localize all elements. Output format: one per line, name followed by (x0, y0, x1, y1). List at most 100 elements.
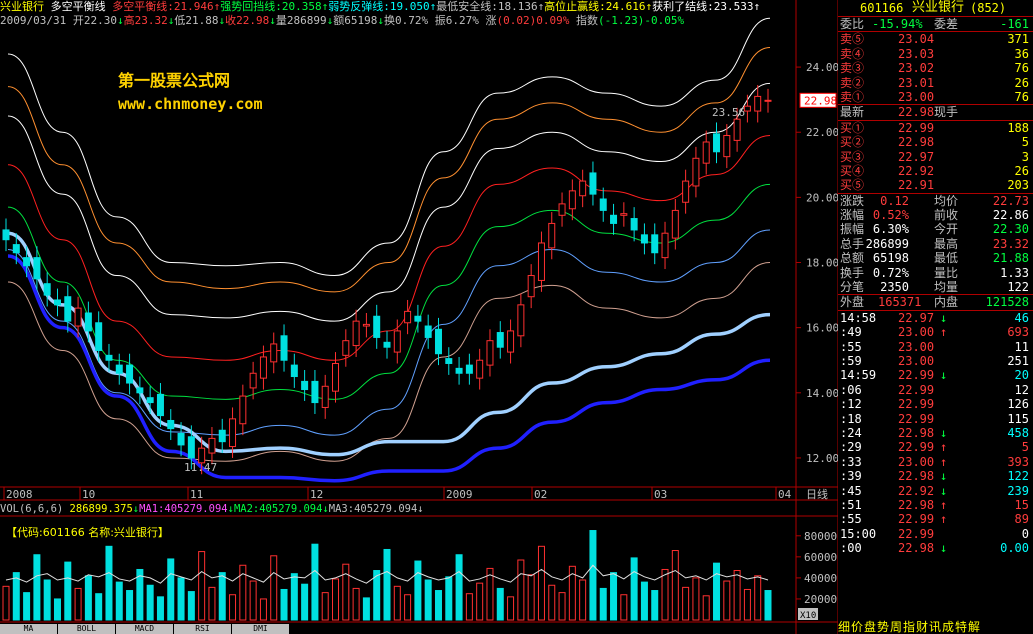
candle-body (476, 359, 484, 379)
low-annotation: 11.47 (184, 461, 217, 474)
candle-body (434, 328, 442, 355)
candle-body (620, 213, 628, 216)
candle-body (743, 105, 751, 112)
candle-body (342, 340, 350, 356)
tick-row: :06 22.99 12 (838, 383, 1033, 397)
x-tick-label: 2008 (6, 488, 33, 501)
volume-bar (630, 557, 638, 621)
candle-body (177, 433, 185, 446)
tab-rsi[interactable]: RSI (174, 624, 232, 634)
volume-bar (414, 560, 422, 621)
tick-time: :49 (840, 325, 862, 340)
volume-bar (671, 550, 679, 621)
candle-body (43, 283, 51, 296)
vol-unit-label: X10 (800, 611, 816, 621)
tick-time: 15:00 (840, 526, 877, 541)
candle-body (393, 330, 401, 353)
tick-time: :33 (840, 454, 862, 469)
sell-level-label: 卖③ (840, 61, 865, 76)
tab-boll[interactable]: BOLL (58, 624, 116, 634)
tick-price: 22.99 (898, 512, 935, 527)
volume-bar (373, 570, 381, 621)
tick-volume: 89 (1014, 512, 1029, 527)
candle-body (558, 203, 566, 216)
stat-value: 2350 (880, 280, 909, 295)
candle-body (383, 341, 391, 348)
tick-direction-icon: ↑ (940, 325, 948, 340)
tick-price: 22.97 (898, 310, 935, 325)
tick-volume: 239 (1007, 483, 1029, 498)
tick-time: :12 (840, 397, 862, 412)
tick-volume: 0 (1021, 526, 1029, 541)
stock-stats: 涨跌 0.12 均价 22.73 涨幅 0.52% 前收 22.86 振幅 6.30% 今开 22.3… (838, 192, 1033, 295)
y-tick-label: 14.00 (806, 387, 838, 400)
inner-label: 内盘 (934, 295, 959, 310)
stat-value: 122 (1007, 280, 1029, 295)
candle-body (537, 242, 545, 281)
tick-row: :33 23.00 ↑ 393 (838, 455, 1033, 469)
tick-price: 22.99 (898, 382, 935, 397)
tab-macd[interactable]: MACD (116, 624, 174, 634)
tick-volume: 251 (1007, 353, 1029, 368)
tick-price: 22.98 (898, 541, 935, 556)
volume-bar (270, 555, 278, 621)
tick-volume: 15 (1014, 497, 1029, 512)
vol-seg: VOL(6,6,6) (0, 503, 70, 515)
stat-label: 总额 (840, 251, 865, 266)
tick-direction-icon: ↓ (940, 541, 948, 556)
vol-y-tick-label: 80000 (804, 530, 837, 543)
volume-bar (620, 594, 628, 621)
tick-row: 14:59 22.99 ↓ 20 (838, 368, 1033, 382)
vol-seg: MA2:405279.094 (233, 503, 323, 515)
weicha-value: -161 (1000, 17, 1029, 31)
candle-body (733, 118, 741, 141)
candle-body (33, 257, 41, 280)
volume-bar (156, 596, 164, 621)
candle-body (599, 198, 607, 211)
stock-code: 601166 (860, 1, 904, 15)
candle-body (321, 385, 329, 408)
buy-volume: 188 (1007, 120, 1029, 135)
tick-direction-icon: ↓ (940, 425, 948, 440)
volume-bar (754, 575, 762, 621)
y-tick-label: 22.00 (806, 126, 838, 139)
sell-price: 23.01 (898, 75, 935, 90)
candle-body (414, 315, 422, 322)
candle-body (702, 141, 710, 164)
buy-volume: 26 (1014, 163, 1029, 178)
stat-row: 涨幅 0.52% 前收 22.86 (838, 208, 1033, 222)
candle-body (404, 310, 412, 324)
volume-bar (589, 530, 597, 621)
tick-volume: 126 (1007, 397, 1029, 412)
quote-title: 601166 兴业银行 (852) (838, 0, 1033, 17)
tick-price: 22.99 (898, 440, 935, 455)
outer-label: 外盘 (840, 295, 865, 310)
tick-row: :00 22.98 ↓ 0.00 (838, 541, 1033, 555)
candle-body (136, 387, 144, 394)
tick-direction-icon: ↑ (940, 512, 948, 527)
series-line (7, 82, 771, 322)
candle-body (64, 296, 72, 322)
tick-volume: 693 (1007, 325, 1029, 340)
indicator-tabs[interactable]: MA BOLL MACD RSI DMI (0, 624, 340, 634)
tab-dmi[interactable]: DMI (232, 624, 290, 634)
tick-row: :55 22.99 ↑ 89 (838, 512, 1033, 526)
candle-body (53, 299, 61, 306)
sell-price: 23.03 (898, 46, 935, 61)
tick-row: :39 22.98 ↓ 122 (838, 469, 1033, 483)
volume-bar (229, 594, 237, 621)
volume-bar (105, 545, 113, 621)
volume-bar (74, 587, 82, 621)
candle-body (84, 312, 92, 332)
buy-volume: 203 (1007, 178, 1029, 193)
candle-body (208, 437, 216, 454)
candle-body (126, 364, 134, 384)
outer-value: 165371 (878, 295, 922, 310)
tick-row: :51 22.98 ↑ 15 (838, 498, 1033, 512)
bottom-tab-strip[interactable]: 细价盘势周指财讯成特解 (838, 620, 1033, 634)
candle-body (671, 209, 679, 239)
tick-direction-icon: ↑ (940, 440, 948, 455)
tab-ma[interactable]: MA (0, 624, 58, 634)
watermark-site-name: 第一股票公式网 (118, 71, 231, 90)
candle-body (95, 322, 103, 351)
